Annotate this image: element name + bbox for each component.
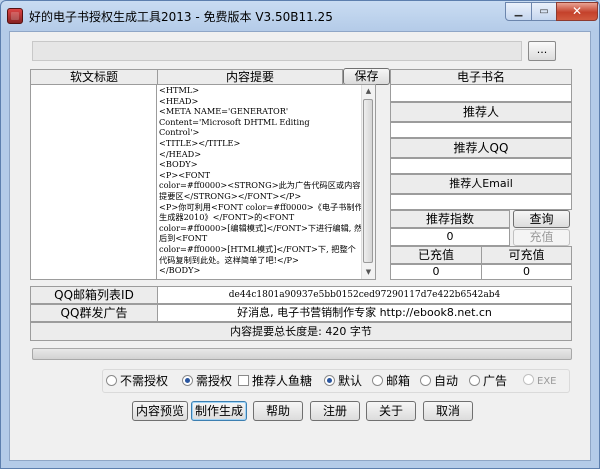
radio-selected-icon	[182, 375, 193, 386]
recommend-index-label: 推荐指数	[390, 210, 510, 228]
maximize-button[interactable]: ▭	[531, 2, 557, 21]
app-window: 好的电子书授权生成工具2013 - 免费版本 V3.50B11.25 ▁ ▭ ✕…	[0, 0, 600, 469]
ad-radio[interactable]: 广告	[469, 374, 507, 388]
soft-title-input[interactable]	[30, 84, 158, 280]
no-auth-radio[interactable]: 不需授权	[106, 374, 168, 388]
mailbox-radio[interactable]: 邮箱	[372, 374, 410, 388]
recharge-button[interactable]: 充值	[513, 229, 570, 246]
preview-button[interactable]: 内容预览	[132, 401, 188, 421]
title-bar[interactable]: 好的电子书授权生成工具2013 - 免费版本 V3.50B11.25 ▁ ▭ ✕	[1, 1, 599, 31]
scroll-down-icon[interactable]: ▼	[362, 266, 375, 279]
scroll-up-icon[interactable]: ▲	[362, 85, 375, 98]
auto-radio[interactable]: 自动	[420, 374, 458, 388]
recommender-email-label: 推荐人Email	[390, 174, 572, 194]
checkbox-icon	[238, 375, 249, 386]
summary-length-text: 内容提要总长度是: 420 字节	[30, 322, 572, 341]
qq-group-ad-label: QQ群发广告	[30, 304, 158, 322]
ebook-name-header: 电子书名	[390, 69, 572, 85]
need-auth-label: 需授权	[196, 374, 233, 388]
help-button[interactable]: 帮助	[253, 401, 303, 421]
no-auth-label: 不需授权	[120, 374, 169, 388]
exe-label: EXE	[537, 376, 557, 387]
available-label: 可充值	[481, 246, 572, 264]
recommender-email-input[interactable]	[390, 194, 572, 210]
generate-button[interactable]: 制作生成	[191, 401, 247, 421]
radio-icon	[106, 375, 117, 386]
mailbox-label: 邮箱	[386, 374, 411, 388]
radio-icon	[523, 374, 534, 385]
recommender-qq-label: 推荐人QQ	[390, 138, 572, 158]
about-button[interactable]: 关于	[366, 401, 416, 421]
qq-mailbox-label: QQ邮箱列表ID	[30, 286, 158, 304]
recommender-input[interactable]	[390, 122, 572, 138]
recommender-label: 推荐人	[390, 102, 572, 122]
ad-label: 广告	[483, 374, 508, 388]
need-auth-radio[interactable]: 需授权	[182, 374, 232, 388]
recommender-qq-input[interactable]	[390, 158, 572, 174]
content-html-text: <HTML> <HEAD> <META NAME='GENERATOR' Con…	[159, 85, 363, 276]
qq-mailbox-value[interactable]: de44c1801a90937e5bb0152ced97290117d7e422…	[157, 286, 572, 304]
save-button[interactable]: 保存	[343, 68, 390, 85]
radio-icon	[420, 375, 431, 386]
content-summary-header: 内容提要	[157, 69, 343, 85]
app-icon	[7, 8, 23, 24]
soft-title-header: 软文标题	[30, 69, 158, 85]
radio-icon	[469, 375, 480, 386]
query-button[interactable]: 查询	[513, 210, 570, 228]
default-radio[interactable]: 默认	[324, 374, 362, 388]
client-area: ... 软文标题 内容提要 保存 电子书名 <HTML> <HEAD> <MET…	[9, 31, 591, 461]
content-editor[interactable]: <HTML> <HEAD> <META NAME='GENERATOR' Con…	[156, 84, 376, 280]
minimize-button[interactable]: ▁	[505, 2, 532, 21]
recommender-fish-checkbox[interactable]: 推荐人鱼糖	[238, 374, 312, 388]
recommender-fish-label: 推荐人鱼糖	[252, 374, 313, 388]
scroll-thumb[interactable]	[363, 99, 373, 263]
qq-group-ad-value[interactable]: 好消息, 电子书营销制作专家 http://ebook8.net.cn	[157, 304, 572, 322]
file-path-input[interactable]	[32, 41, 522, 61]
editor-scrollbar[interactable]: ▲ ▼	[361, 85, 375, 279]
window-title: 好的电子书授权生成工具2013 - 免费版本 V3.50B11.25	[29, 10, 333, 24]
default-label: 默认	[338, 374, 363, 388]
browse-button[interactable]: ...	[528, 41, 556, 61]
available-value: 0	[481, 264, 572, 280]
radio-selected-icon	[324, 375, 335, 386]
ebook-name-input[interactable]	[390, 84, 572, 102]
recharged-label: 已充值	[390, 246, 482, 264]
radio-icon	[372, 375, 383, 386]
close-button[interactable]: ✕	[556, 2, 598, 21]
progress-bar	[32, 348, 572, 360]
auto-label: 自动	[434, 374, 459, 388]
cancel-button[interactable]: 取消	[423, 401, 473, 421]
recharged-value: 0	[390, 264, 482, 280]
recommend-index-value: 0	[390, 228, 510, 246]
register-button[interactable]: 注册	[310, 401, 360, 421]
exe-radio[interactable]: EXE	[523, 374, 557, 388]
